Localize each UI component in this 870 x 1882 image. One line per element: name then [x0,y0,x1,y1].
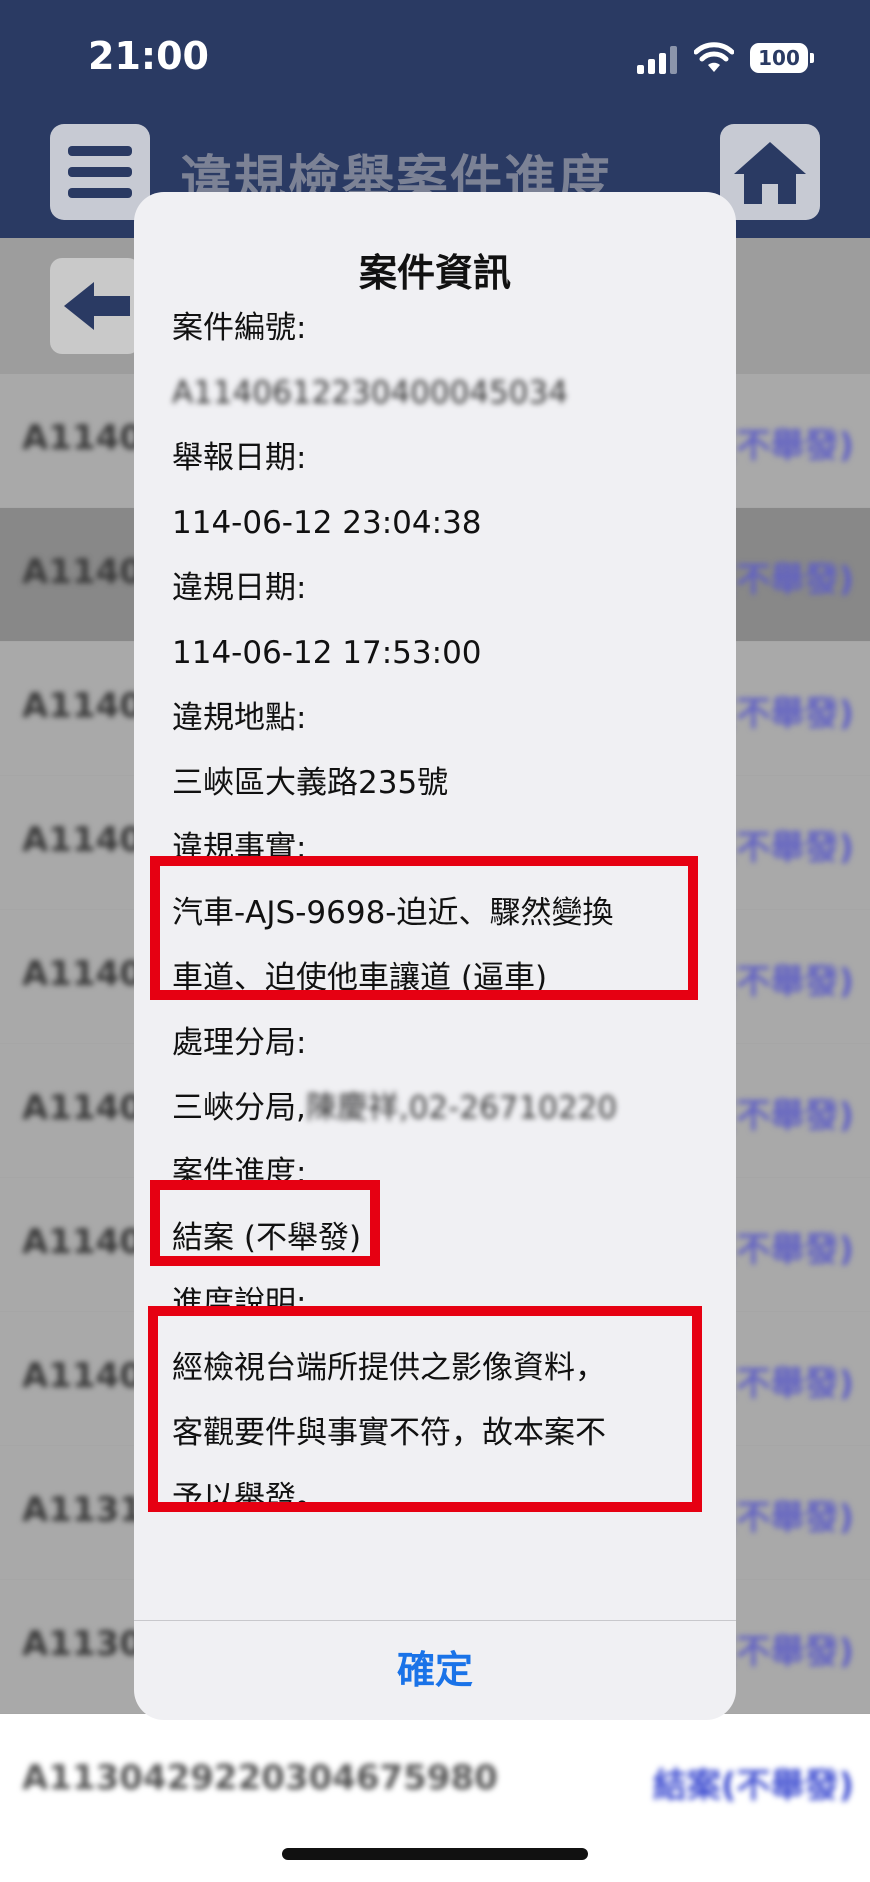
branch-value: 三峽分局, [172,1090,306,1126]
battery-level: 100 [758,46,800,70]
dialog-title: 案件資訊 [358,251,511,295]
violation-date-value: 114-06-12 17:53:00 [172,635,482,671]
highlight-box-progress [150,1180,380,1266]
location-label: 違規地點: [172,700,307,736]
battery-icon: 100 [750,43,808,73]
case-info-dialog: 案件資訊 案件編號: A1140612230400045034 舉報日期: 11… [134,192,736,1720]
menu-button[interactable] [50,124,150,220]
menu-icon [68,146,132,156]
case-status: 結案(不舉發) [652,1766,854,1806]
back-button[interactable] [50,258,140,354]
wifi-icon [694,42,734,72]
confirm-button[interactable]: 確定 [134,1621,736,1720]
case-id: A1130429220304675980 [22,1758,498,1798]
case-no-value: A1140612230400045034 [172,375,568,411]
branch-label: 處理分局: [172,1025,307,1061]
battery-tip [810,53,814,63]
highlight-box-fact [150,856,698,1000]
branch-value-row: 三峽分局,陳慶祥,02-26710220 [172,1076,712,1141]
home-button[interactable] [720,124,820,220]
report-date-value: 114-06-12 23:04:38 [172,505,482,541]
back-arrow-icon [64,282,130,330]
signal-icon [637,46,679,74]
location-value: 三峽區大義路235號 [172,765,449,801]
status-time: 21:00 [88,34,209,78]
case-no-label: 案件編號: [172,310,307,346]
home-indicator [282,1848,588,1860]
branch-contact: 陳慶祥,02-26710220 [305,1090,618,1126]
menu-icon-bar [68,188,132,198]
report-date-label: 舉報日期: [172,440,307,476]
highlight-box-description [148,1306,702,1512]
home-icon [734,142,806,204]
menu-icon-bar [68,167,132,177]
violation-date-label: 違規日期: [172,570,307,606]
